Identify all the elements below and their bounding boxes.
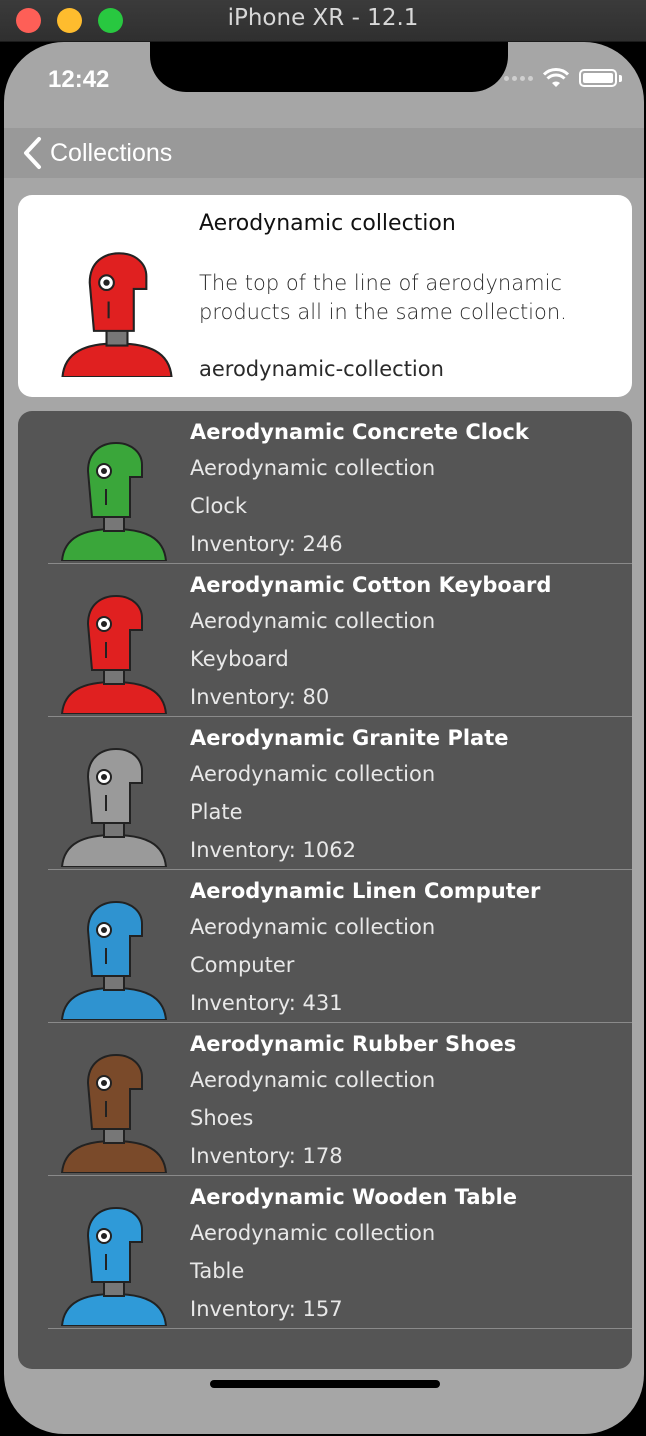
product-inventory: Inventory: 80: [190, 685, 330, 709]
collection-header-card: Aerodynamic collection The top of the li…: [18, 195, 632, 397]
product-row[interactable]: Aerodynamic Rubber Shoes Aerodynamic coll…: [18, 1023, 632, 1176]
product-text: Aerodynamic Wooden Table Aerodynamic coll…: [190, 1180, 517, 1328]
product-row[interactable]: Aerodynamic Cotton Keyboard Aerodynamic c…: [18, 564, 632, 717]
product-type: Shoes: [190, 1106, 254, 1130]
product-collection: Aerodynamic collection: [190, 1221, 436, 1245]
row-separator: [48, 1328, 632, 1329]
home-indicator[interactable]: [210, 1380, 440, 1388]
notch: [150, 42, 508, 92]
gray-robot-icon: [60, 747, 168, 867]
red-robot-icon: [60, 594, 168, 714]
product-text: Aerodynamic Granite Plate Aerodynamic col…: [190, 721, 509, 869]
battery-icon: [579, 69, 617, 87]
green-robot-icon: [60, 441, 168, 561]
product-row[interactable]: Aerodynamic Linen Computer Aerodynamic co…: [18, 870, 632, 1023]
collection-description: The top of the line of aerodynamic produ…: [199, 271, 567, 324]
wifi-icon: [543, 68, 569, 87]
product-title: Aerodynamic Rubber Shoes: [190, 1032, 517, 1056]
product-text: Aerodynamic Concrete Clock Aerodynamic co…: [190, 415, 529, 563]
product-collection: Aerodynamic collection: [190, 1068, 436, 1092]
product-inventory: Inventory: 431: [190, 991, 343, 1015]
product-title: Aerodynamic Cotton Keyboard: [190, 573, 552, 597]
product-text: Aerodynamic Linen Computer Aerodynamic co…: [190, 874, 540, 1022]
back-label: Collections: [50, 138, 173, 167]
blue-antenna-robot-icon: [60, 900, 168, 1020]
product-inventory: Inventory: 1062: [190, 838, 356, 862]
chevron-left-icon: [24, 137, 41, 169]
product-text: Aerodynamic Cotton Keyboard Aerodynamic c…: [190, 568, 551, 716]
product-inventory: Inventory: 246: [190, 532, 343, 556]
product-type: Keyboard: [190, 647, 289, 671]
navigation-bar: Collections: [4, 128, 644, 178]
product-title: Aerodynamic Granite Plate: [190, 726, 509, 750]
product-collection: Aerodynamic collection: [190, 762, 436, 786]
product-type: Table: [190, 1259, 245, 1283]
product-inventory: Inventory: 178: [190, 1144, 343, 1168]
product-type: Clock: [190, 494, 248, 518]
product-title: Aerodynamic Linen Computer: [190, 879, 541, 903]
brown-robot-icon: [60, 1053, 168, 1173]
collection-handle: aerodynamic-collection: [199, 357, 444, 381]
product-type: Computer: [190, 953, 295, 977]
product-text: Aerodynamic Rubber Shoes Aerodynamic coll…: [190, 1027, 516, 1175]
signal-icon: [504, 75, 533, 81]
blue-robot-icon: [60, 1206, 168, 1326]
window-title: iPhone XR - 12.1: [227, 5, 419, 31]
product-row[interactable]: Aerodynamic Wooden Table Aerodynamic coll…: [18, 1176, 632, 1329]
screen: 12:42 Collections Aerodynamic collection: [4, 42, 644, 1434]
device-frame: 12:42 Collections Aerodynamic collection: [0, 42, 646, 1436]
product-row[interactable]: Aerodynamic Granite Plate Aerodynamic col…: [18, 717, 632, 870]
product-title: Aerodynamic Concrete Clock: [190, 420, 529, 444]
product-list[interactable]: Aerodynamic Concrete Clock Aerodynamic co…: [18, 411, 632, 1369]
product-type: Plate: [190, 800, 243, 824]
product-collection: Aerodynamic collection: [190, 609, 436, 633]
product-row[interactable]: Aerodynamic Concrete Clock Aerodynamic co…: [18, 411, 632, 564]
simulator-title-bar: iPhone XR - 12.1: [0, 0, 646, 42]
product-inventory: Inventory: 157: [190, 1297, 343, 1321]
product-title: Aerodynamic Wooden Table: [190, 1185, 518, 1209]
collection-title: Aerodynamic collection: [199, 211, 456, 236]
collection-image: [61, 252, 173, 377]
status-icons: [504, 68, 622, 88]
product-collection: Aerodynamic collection: [190, 456, 436, 480]
status-time: 12:42: [48, 66, 110, 93]
battery-tip: [619, 74, 622, 82]
product-collection: Aerodynamic collection: [190, 915, 436, 939]
back-button[interactable]: Collections: [22, 128, 172, 178]
